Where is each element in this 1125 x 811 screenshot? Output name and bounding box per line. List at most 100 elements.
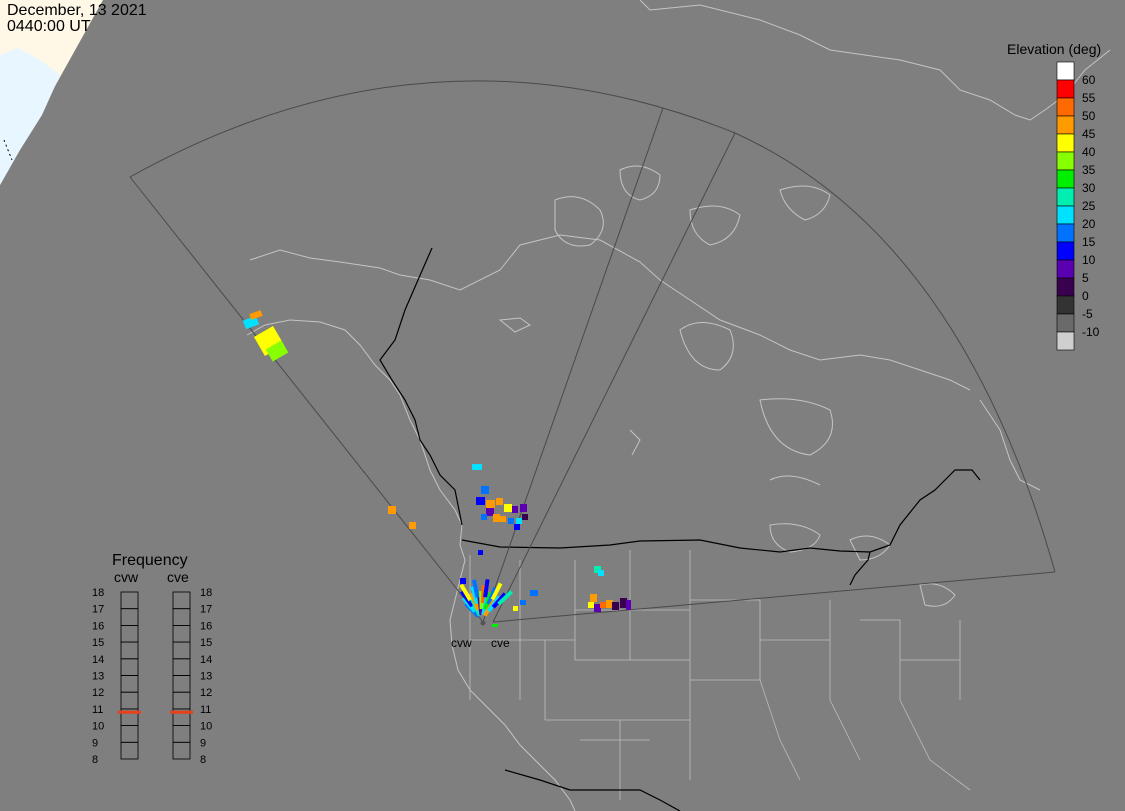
frequency-tick-label: 13 <box>200 671 212 683</box>
colorbar-swatch <box>1056 115 1075 135</box>
frequency-tick-label: 14 <box>200 654 212 666</box>
radar-site-cvw-label: cvw <box>451 636 472 650</box>
frequency-title: Frequency <box>112 552 188 569</box>
echo-cell <box>522 514 528 520</box>
echo-cell <box>606 600 613 608</box>
colorbar-swatch <box>1056 61 1075 81</box>
frequency-scale-cell <box>172 741 191 760</box>
frequency-tick-label: 15 <box>92 637 104 649</box>
frequency-scale-cell <box>120 741 139 760</box>
frequency-tick-label: 8 <box>200 754 206 766</box>
echo-cell <box>598 570 604 576</box>
frequency-tick-label: 16 <box>92 620 104 632</box>
colorbar-swatch <box>1056 79 1075 99</box>
frequency-scale-cell <box>120 625 139 643</box>
colorbar-tick-label: 5 <box>1082 271 1089 285</box>
colorbar-swatch <box>1056 241 1075 261</box>
date-label: December, 13 2021 <box>7 2 147 19</box>
frequency-scale-cell <box>120 725 139 743</box>
echo-cell <box>492 624 498 627</box>
frequency-tick-label: 12 <box>92 687 104 699</box>
frequency-tick-label: 9 <box>200 737 206 749</box>
colorbar-swatch <box>1056 313 1075 333</box>
frequency-scale-cell <box>172 625 191 643</box>
radar-site-cvw-marker <box>480 620 486 626</box>
colorbar-swatch <box>1056 331 1075 351</box>
frequency-tick-label: 17 <box>92 604 104 616</box>
national-borders <box>379 247 981 811</box>
frequency-tick-label: 11 <box>92 704 103 716</box>
colorbar-tick-label: 0 <box>1082 289 1089 303</box>
echo-cell <box>513 606 518 611</box>
echo-cell <box>481 514 487 520</box>
frequency-scale-cell <box>172 725 191 743</box>
frequency-scale-cell <box>172 691 191 710</box>
frequency-scale-cell <box>172 608 191 626</box>
frequency-scale-cell <box>172 658 191 676</box>
echo-cell <box>493 514 500 522</box>
frequency-radar-cvw-label: cvw <box>114 569 139 585</box>
frequency-tick-label: 17 <box>200 604 212 616</box>
echo-cell <box>409 522 416 529</box>
elevation-colorbar: Elevation (deg) 605550454035302520151050… <box>1007 41 1101 351</box>
echo-cell <box>460 578 466 584</box>
frequency-scale-cell <box>120 591 139 610</box>
frequency-marker <box>118 710 141 714</box>
colorbar-title: Elevation (deg) <box>1007 41 1101 57</box>
frequency-tick-label: 9 <box>92 737 98 749</box>
colorbar-tick-label: -5 <box>1082 307 1093 321</box>
echo-cell <box>496 498 503 505</box>
frequency-tick-label: 10 <box>200 721 212 733</box>
frequency-scale-cell <box>172 675 191 693</box>
echo-cell <box>476 497 485 505</box>
map-panel: cvw cve Elevation (deg) 60 55 50 45 40 35 30 25… <box>0 0 1125 811</box>
frequency-tick-label: 14 <box>92 654 104 666</box>
colorbar-swatch <box>1056 277 1075 297</box>
echo-cell <box>594 604 601 612</box>
echo-cell <box>486 500 495 508</box>
frequency-scale-cell <box>120 658 139 676</box>
colorbar-swatch <box>1056 205 1075 225</box>
colorbar-tick-label: 50 <box>1082 109 1096 123</box>
colorbar-swatch <box>1056 151 1075 171</box>
colorbar-tick-label: 30 <box>1082 181 1096 195</box>
colorbar-tick-label: -10 <box>1082 325 1100 339</box>
echo-cell <box>504 504 512 512</box>
colorbar-swatch <box>1056 223 1075 243</box>
frequency-scale-cell <box>172 641 191 660</box>
echo-cell <box>514 524 520 530</box>
echo-cell <box>512 506 518 513</box>
colorbar-tick-label: 55 <box>1082 91 1096 105</box>
radar-site-cve-label: cve <box>491 636 510 650</box>
coastlines <box>246 0 1111 811</box>
frequency-panel: Frequency cvw cve 18 17 16 15 14 13 12 11 10 9 8 18… <box>92 552 212 766</box>
frequency-scale-cell <box>120 641 139 660</box>
echo-cell <box>508 518 514 524</box>
colorbar-tick-label: 25 <box>1082 199 1096 213</box>
frequency-tick-label: 15 <box>200 637 212 649</box>
colorbar-tick-label: 10 <box>1082 253 1096 267</box>
state-boundaries <box>469 550 971 800</box>
frequency-tick-label: 16 <box>200 620 212 632</box>
echo-cell <box>612 602 619 610</box>
echo-cell <box>486 508 494 516</box>
frequency-scale-cell <box>120 691 139 710</box>
echo-cell <box>472 464 482 470</box>
time-label: 0440:00 UT <box>7 18 91 35</box>
colorbar-tick-label: 45 <box>1082 127 1096 141</box>
echo-cell <box>626 600 631 610</box>
colorbar-tick-label: 35 <box>1082 163 1096 177</box>
colorbar-swatch <box>1056 169 1075 189</box>
echo-cell <box>481 486 489 494</box>
frequency-tick-label: 8 <box>92 754 98 766</box>
frequency-tick-label: 11 <box>200 704 211 716</box>
echo-cell <box>588 602 594 608</box>
echo-cell <box>590 594 597 602</box>
colorbar-tick-label: 40 <box>1082 145 1096 159</box>
echo-cell <box>520 504 527 512</box>
frequency-tick-label: 18 <box>200 587 212 599</box>
echo-cell <box>620 598 627 608</box>
frequency-tick-label: 12 <box>200 687 212 699</box>
colorbar-swatch <box>1056 259 1075 279</box>
echo-cell <box>520 600 526 605</box>
